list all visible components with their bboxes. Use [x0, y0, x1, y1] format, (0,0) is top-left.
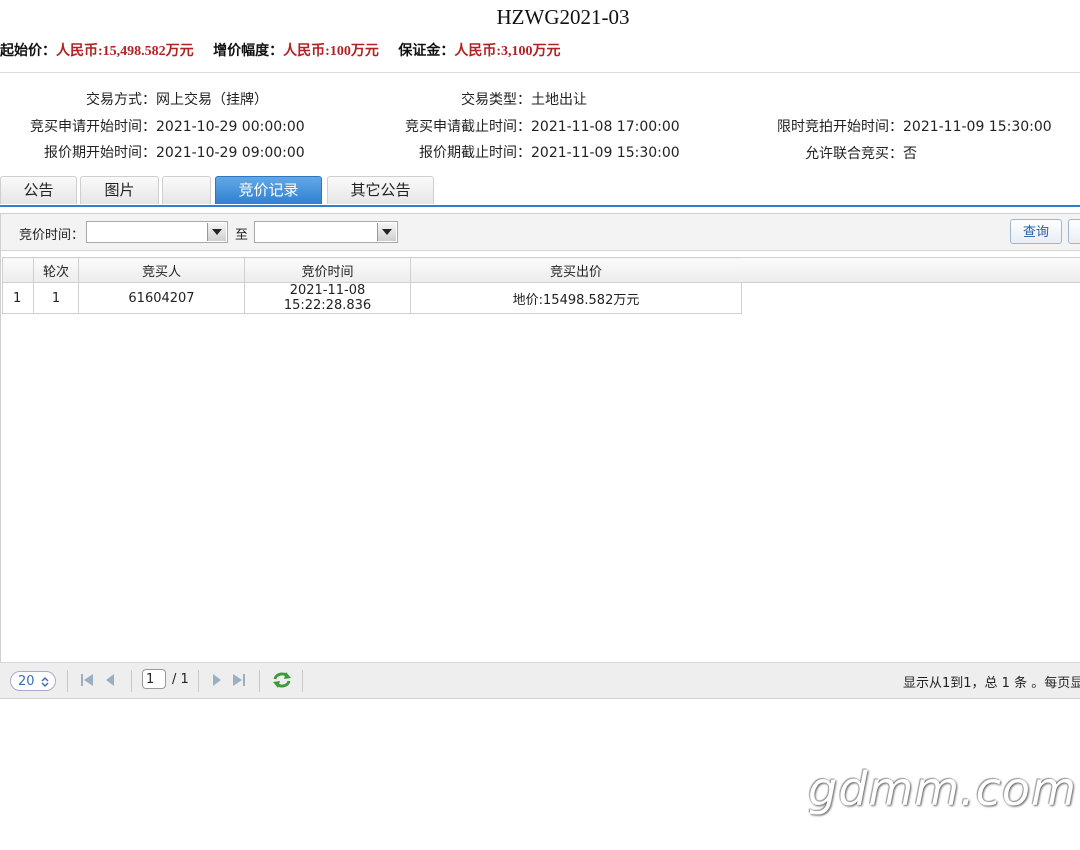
tab-announcement[interactable]: 公告 [0, 176, 77, 204]
price-bar: 起始价：人民币:15,498.582万元 增价幅度：人民币:100万元 保证金：… [0, 40, 577, 60]
bid-time-to-select[interactable] [254, 221, 398, 243]
info-value: 否 [903, 146, 917, 162]
header-filler [741, 257, 1080, 283]
bid-records-table: 轮次 竞买人 竞价时间 竞买出价 1 1 61604207 2021-11-08… [2, 257, 742, 314]
query-button[interactable]: 查询 [1010, 219, 1062, 244]
cell-bidder: 61604207 [78, 282, 245, 314]
first-page-icon[interactable] [80, 673, 94, 687]
tab-bid-records[interactable]: 竞价记录 [215, 176, 322, 204]
column-header-bid-price[interactable]: 竞买出价 [410, 257, 742, 283]
chevron-down-icon[interactable] [207, 223, 226, 241]
filter-bar: 竞价时间： 至 查询 [1, 214, 1080, 251]
refresh-icon[interactable] [272, 671, 292, 689]
column-header-round[interactable]: 轮次 [33, 257, 79, 283]
page-size-select[interactable]: 20 [10, 671, 56, 691]
info-label: 交易类型： [461, 92, 531, 108]
tab-bar: 公告 图片 竞价记录 其它公告 [0, 176, 1080, 206]
increment-label: 增价幅度： [213, 44, 284, 59]
separator [259, 670, 260, 692]
pagination-bar: 20 1 / 1 显示从1到1，总 1 条 。每页显示 [0, 662, 1080, 699]
extra-button[interactable] [1068, 219, 1080, 244]
page-size-value: 20 [18, 674, 35, 689]
page-title: HZWG2021-03 [496, 5, 630, 29]
table-row[interactable]: 1 1 61604207 2021-11-08 15:22:28.836 地价:… [2, 282, 742, 314]
info-trade-mode: 交易方式：网上交易（挂牌） [0, 89, 268, 109]
pagination-summary: 显示从1到1，总 1 条 。每页显示 [903, 676, 1080, 691]
range-to-label: 至 [235, 228, 249, 243]
info-value: 2021-10-29 00:00:00 [156, 119, 305, 135]
info-label: 交易方式： [86, 92, 156, 108]
info-label: 报价期开始时间： [44, 145, 156, 161]
bid-time-label: 竞价时间： [19, 228, 85, 243]
info-value: 2021-10-29 09:00:00 [156, 145, 305, 161]
column-header-index [2, 257, 34, 283]
start-price-label: 起始价： [0, 44, 56, 59]
column-header-bid-time[interactable]: 竞价时间 [244, 257, 411, 283]
cell-bid-price: 地价:15498.582万元 [410, 282, 742, 314]
info-value: 2021-11-09 15:30:00 [531, 145, 680, 161]
info-apply-end: 竞买申请截止时间：2021-11-08 17:00:00 [370, 116, 680, 136]
info-value: 土地出让 [531, 92, 587, 108]
increment-value: 人民币:100万元 [283, 44, 379, 59]
row-index: 1 [2, 282, 34, 314]
current-page-input[interactable]: 1 [142, 669, 166, 689]
info-quote-start: 报价期开始时间：2021-10-29 09:00:00 [0, 142, 305, 162]
prev-page-icon[interactable] [104, 673, 116, 687]
separator [302, 670, 303, 692]
info-value: 网上交易（挂牌） [156, 92, 268, 108]
chevron-down-icon[interactable] [377, 223, 396, 241]
deposit-value: 人民币:3,100万元 [454, 44, 561, 59]
deposit-label: 保证金： [398, 44, 455, 59]
table-header-row: 轮次 竞买人 竞价时间 竞买出价 [2, 257, 742, 283]
tab-blank[interactable] [162, 176, 211, 204]
tab-other-announcements[interactable]: 其它公告 [327, 176, 434, 204]
bid-records-panel: 竞价时间： 至 查询 轮次 竞买人 竞价时间 竞买出价 1 1 61604207… [0, 213, 1080, 699]
separator [131, 670, 132, 692]
info-label: 报价期截止时间： [419, 145, 531, 161]
info-label: 允许联合竞买： [805, 146, 903, 162]
info-apply-start: 竞买申请开始时间：2021-10-29 00:00:00 [0, 116, 305, 136]
info-joint-bid: 允许联合竞买：否 [740, 143, 917, 163]
updown-icon [41, 676, 49, 688]
info-label: 限时竞拍开始时间： [777, 119, 903, 135]
total-pages: / 1 [172, 672, 189, 687]
tab-underline [0, 205, 1080, 207]
info-quote-end: 报价期截止时间：2021-11-09 15:30:00 [370, 142, 680, 162]
column-header-bidder[interactable]: 竞买人 [78, 257, 245, 283]
info-limit-start: 限时竞拍开始时间：2021-11-09 15:30:00 [740, 116, 1052, 136]
tab-images[interactable]: 图片 [80, 176, 159, 204]
last-page-icon[interactable] [232, 673, 246, 687]
cell-round: 1 [33, 282, 79, 314]
info-trade-type: 交易类型：土地出让 [370, 89, 587, 109]
next-page-icon[interactable] [211, 673, 223, 687]
divider [0, 72, 1080, 73]
separator [198, 670, 199, 692]
info-value: 2021-11-09 15:30:00 [903, 119, 1052, 135]
info-value: 2021-11-08 17:00:00 [531, 119, 680, 135]
start-price-value: 人民币:15,498.582万元 [56, 44, 194, 59]
info-label: 竞买申请截止时间： [405, 119, 531, 135]
cell-bid-time: 2021-11-08 15:22:28.836 [244, 282, 411, 314]
watermark: gdmm.com [808, 762, 1077, 816]
bid-time-from-select[interactable] [86, 221, 228, 243]
separator [67, 670, 68, 692]
info-label: 竞买申请开始时间： [30, 119, 156, 135]
